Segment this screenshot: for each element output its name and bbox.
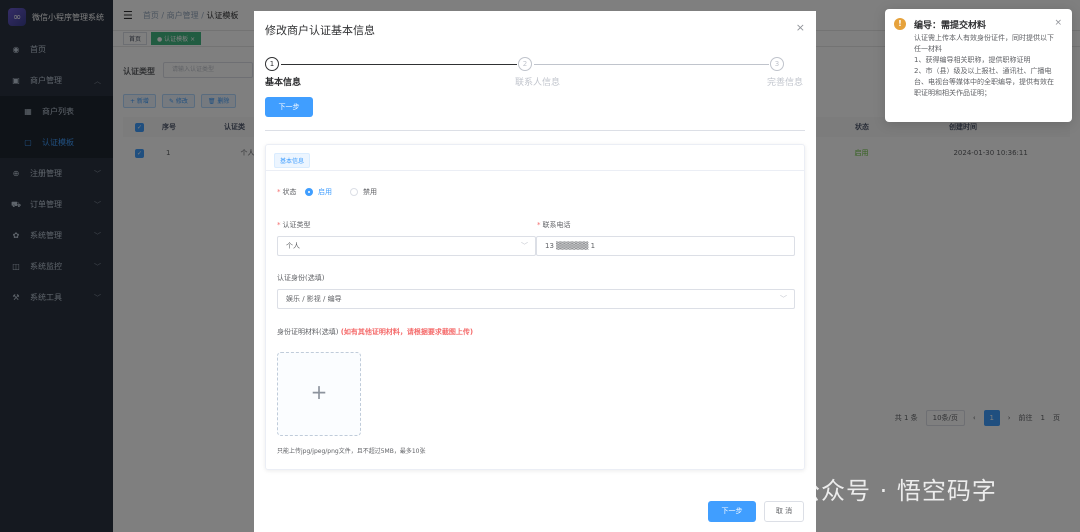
status-label: * 状态 [277, 188, 297, 196]
upload-tip: 只能上传jpg/jpeg/png文件，且不超过5MB，最多10张 [277, 448, 426, 455]
identity-cascader[interactable]: 娱乐 / 影视 / 编导 ﹀ [277, 289, 795, 309]
notification: ! 编导：需提交材料 × 认证需上传本人有效身份证件，同时提供以下任一材料 1、… [885, 9, 1072, 122]
step-1-label: 基本信息 [265, 78, 302, 88]
cert-type-label: * 认证类型 [277, 221, 311, 229]
close-icon[interactable]: × [1054, 18, 1062, 28]
basic-info-card: 基本信息 * 状态 启用 禁用 * 认证类型 个人 ﹀ * 联系电话 13 ▒▒▒▒▒… [265, 144, 805, 470]
chevron-down-icon: ﹀ [780, 295, 787, 303]
card-tag: 基本信息 [274, 153, 311, 168]
identity-value: 娱乐 / 影视 / 编导 [286, 295, 342, 303]
cert-type-value: 个人 [286, 242, 300, 250]
image-upload[interactable]: + [277, 352, 361, 436]
divider [265, 130, 805, 131]
step-2-circle: 2 [518, 57, 532, 71]
status-enabled-radio[interactable]: 启用 [305, 187, 332, 197]
next-step-button-top[interactable]: 下一步 [265, 97, 313, 117]
step-line [534, 64, 769, 65]
notification-body: 认证需上传本人有效身份证件，同时提供以下任一材料 1、获得编导相关职称，提供职称… [914, 34, 1054, 97]
material-label: 身份证明材料(选填) (如有其他证明材料，请根据要求截图上传) [277, 328, 474, 336]
watermark-text: 公众号 · 悟空码字 [796, 477, 997, 505]
status-disabled-radio[interactable]: 禁用 [350, 187, 377, 197]
plus-icon: + [310, 380, 328, 404]
step-1-circle: 1 [265, 57, 279, 71]
step-2-label: 联系人信息 [515, 78, 561, 88]
notification-title: 编导：需提交材料 [914, 21, 987, 31]
step-3-circle: 3 [770, 57, 784, 71]
step-line [281, 64, 517, 65]
close-icon[interactable]: × [796, 21, 805, 34]
phone-label: * 联系电话 [537, 221, 571, 229]
warning-icon: ! [894, 18, 906, 30]
watermark: 公众号 · 悟空码字 [748, 471, 997, 506]
cert-type-select[interactable]: 个人 ﹀ [277, 236, 536, 256]
edit-cert-dialog: 修改商户认证基本信息 × 1 2 3 基本信息 联系人信息 完善信息 下一步 基… [254, 11, 816, 532]
chevron-down-icon: ﹀ [521, 242, 528, 250]
dialog-title: 修改商户认证基本信息 [265, 24, 375, 37]
phone-value: 13 ▒▒▒▒▒▒ 1 [545, 242, 596, 250]
step-3-label: 完善信息 [767, 78, 804, 88]
identity-label: 认证身份(选填) [277, 274, 325, 282]
steps: 1 2 3 基本信息 联系人信息 完善信息 [265, 57, 805, 97]
card-header: 基本信息 [266, 145, 804, 171]
material-hint: (如有其他证明材料，请根据要求截图上传) [340, 328, 474, 336]
wechat-icon [748, 473, 788, 505]
phone-input[interactable]: 13 ▒▒▒▒▒▒ 1 [536, 236, 795, 256]
